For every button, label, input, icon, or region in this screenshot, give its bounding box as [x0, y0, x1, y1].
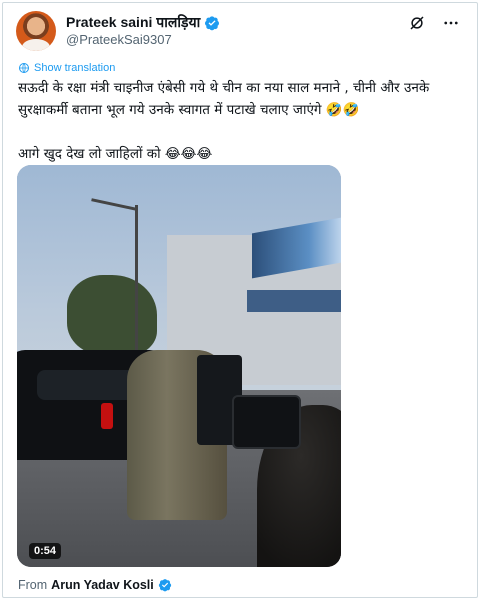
grok-icon[interactable] [407, 13, 427, 33]
source-attribution: From Arun Yadav Kosli [18, 578, 172, 592]
translate-icon [19, 63, 29, 73]
show-translation-label: Show translation [34, 62, 116, 74]
author-handle[interactable]: @PrateekSai9307 [66, 32, 172, 47]
verified-badge-icon [205, 15, 220, 30]
author-name[interactable]: Prateek saini पालड़िया [66, 13, 200, 32]
verified-badge-icon [158, 579, 171, 592]
more-icon[interactable] [441, 13, 461, 33]
video-player[interactable]: 0:54 [17, 165, 341, 567]
source-author-name[interactable]: Arun Yadav Kosli [51, 578, 154, 592]
header-actions [407, 13, 461, 33]
show-translation-link[interactable]: Show translation [18, 62, 115, 74]
from-label: From [18, 578, 48, 592]
avatar[interactable] [16, 11, 56, 51]
author-row: Prateek saini पालड़िया [66, 13, 220, 32]
post-text: सऊदी के रक्षा मंत्री चाइनीज एंबेसी गये थ… [18, 80, 430, 162]
video-duration: 0:54 [29, 543, 62, 559]
post-card[interactable]: Prateek saini पालड़िया @PrateekSai9307 S… [2, 2, 478, 598]
